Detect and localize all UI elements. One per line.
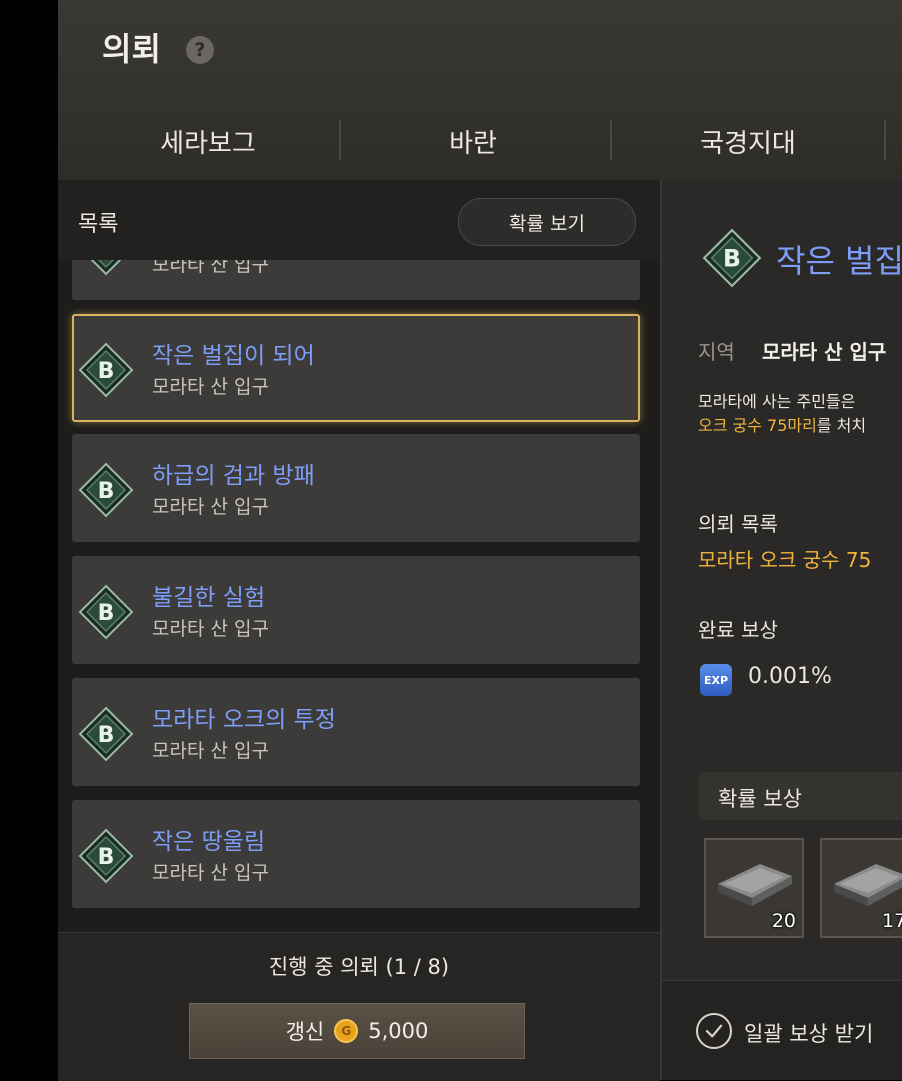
item-count: 17 [882, 910, 902, 932]
quest-list-item[interactable]: B 모라타 산 입구 [72, 260, 640, 300]
ingot-icon [834, 864, 902, 906]
region-label: 지역 [698, 340, 735, 364]
claim-all-rewards-button[interactable]: 일괄 보상 받기 [744, 1018, 873, 1048]
quest-region: 모라타 산 입구 [152, 496, 269, 518]
list-title: 목록 [78, 212, 119, 237]
renew-cost: 5,000 [368, 1019, 429, 1043]
quest-description-line: 모라타에 사는 주민들은 [698, 392, 856, 411]
quest-region: 모라타 산 입구 [152, 260, 269, 276]
quest-description-line: 오크 궁수 75마리를 처치 [698, 412, 866, 436]
quest-region: 모라타 산 입구 [152, 618, 269, 640]
quest-list-item-selected[interactable]: B 작은 벌집이 되어 모라타 산 입구 [72, 314, 640, 422]
claim-all-bar: 일괄 보상 받기 [662, 980, 902, 1080]
svg-text:B: B [98, 845, 115, 870]
completion-reward-label: 완료 보상 [698, 618, 778, 642]
exp-reward-value: 0.001% [748, 664, 832, 689]
quest-window: 의뢰 ? 세라보그 바란 국경지대 목록 확률 보기 B 모라타 산 입구 [58, 0, 902, 1081]
page-title: 의뢰 [102, 30, 161, 68]
tab-divider [884, 120, 886, 160]
quest-name: 하급의 검과 방패 [152, 463, 315, 489]
tab-baran[interactable]: 바란 [368, 112, 578, 170]
grade-b-icon: B [90, 260, 122, 276]
quest-region: 모라타 산 입구 [152, 740, 269, 762]
exp-icon: EXP [700, 664, 732, 696]
list-footer: 진행 중 의뢰 (1 / 8) 갱신 G 5,000 [58, 932, 660, 1081]
view-probability-button[interactable]: 확률 보기 [458, 198, 636, 246]
quest-progress-text: 진행 중 의뢰 (1 / 8) [268, 955, 450, 979]
quest-name: 모라타 오크의 투정 [152, 707, 336, 733]
tab-divider [339, 120, 341, 160]
probability-reward-header: 확률 보상 [698, 772, 902, 820]
quest-name: 작은 땅울림 [152, 829, 266, 855]
svg-text:B: B [98, 359, 115, 384]
quest-list-item[interactable]: B 모라타 오크의 투정 모라타 산 입구 [72, 678, 640, 786]
grade-b-icon: B [702, 228, 762, 288]
renew-label: 갱신 [285, 1020, 325, 1044]
renew-button[interactable]: 갱신 G 5,000 [189, 1003, 525, 1059]
objective-label: 의뢰 목록 [698, 512, 778, 536]
region-tabs: 세라보그 바란 국경지대 [58, 112, 902, 170]
svg-text:B: B [98, 723, 115, 748]
tab-serabog[interactable]: 세라보그 [98, 112, 318, 170]
quest-list-item[interactable]: B 작은 땅울림 모라타 산 입구 [72, 800, 640, 908]
description-highlight: 오크 궁수 75마리 [698, 416, 817, 435]
grade-b-icon: B [78, 706, 134, 762]
reward-item-slot[interactable]: 20 [704, 838, 804, 938]
quest-list-item[interactable]: B 불길한 실험 모라타 산 입구 [72, 556, 640, 664]
top-bar: 의뢰 ? 세라보그 바란 국경지대 [58, 0, 902, 181]
detail-title: 작은 벌집 [776, 242, 902, 280]
help-icon[interactable]: ? [186, 36, 214, 64]
check-circle-icon[interactable] [696, 1013, 732, 1049]
probability-reward-label: 확률 보상 [718, 787, 802, 811]
list-header: 목록 확률 보기 [58, 180, 660, 260]
region-value: 모라타 산 입구 [762, 340, 887, 364]
quest-list[interactable]: B 모라타 산 입구 B 작은 벌집이 되어 모라타 산 입구 B [58, 260, 660, 925]
svg-text:B: B [98, 260, 115, 262]
quest-detail-panel: B 작은 벌집 지역 모라타 산 입구 모라타에 사는 주민들은 오크 궁수 7… [660, 180, 902, 1080]
quest-list-item[interactable]: B 하급의 검과 방패 모라타 산 입구 [72, 434, 640, 542]
quest-list-panel: 목록 확률 보기 B 모라타 산 입구 B 작은 벌집이 되어 [58, 180, 660, 1081]
grade-b-icon: B [78, 462, 134, 518]
quest-region: 모라타 산 입구 [152, 376, 269, 398]
reward-item-slot[interactable]: 17 [820, 838, 902, 938]
svg-text:B: B [723, 245, 741, 273]
item-count: 20 [771, 910, 796, 932]
quest-name: 작은 벌집이 되어 [152, 343, 315, 369]
objective-value: 모라타 오크 궁수 75 [698, 548, 872, 572]
quest-name: 불길한 실험 [152, 585, 266, 611]
tab-divider [610, 120, 612, 160]
gold-coin-icon: G [334, 1019, 359, 1043]
grade-b-icon: B [78, 828, 134, 884]
grade-b-icon: B [78, 584, 134, 640]
description-text: 를 처치 [816, 416, 867, 435]
svg-text:B: B [98, 479, 115, 504]
ingot-icon [718, 864, 792, 906]
tab-border-zone[interactable]: 국경지대 [638, 112, 858, 170]
svg-text:B: B [98, 601, 115, 626]
quest-region: 모라타 산 입구 [152, 862, 269, 884]
grade-b-icon: B [78, 342, 134, 398]
